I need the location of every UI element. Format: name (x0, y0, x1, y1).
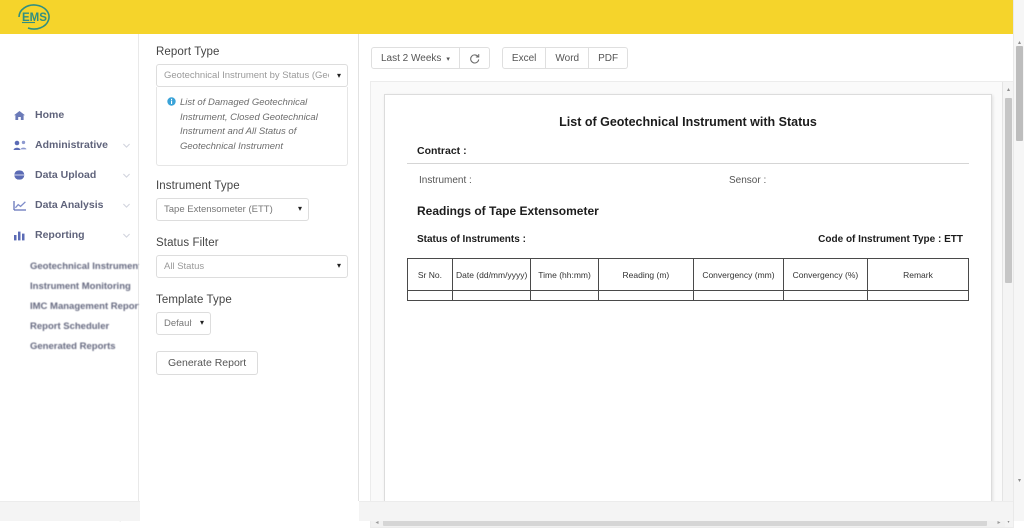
template-type-value: Default (164, 318, 192, 329)
filter-panel-footer (140, 501, 359, 521)
table-cell (408, 291, 453, 301)
report-sensor-label: Sensor : (729, 175, 766, 186)
report-vertical-scrollbar[interactable]: ▴ ▾ (1002, 82, 1013, 528)
table-header-cell: Time (hh:mm) (531, 259, 598, 291)
generate-report-button[interactable]: Generate Report (156, 351, 258, 375)
chevron-down-icon (122, 171, 131, 180)
report-type-hint: List of Damaged Geotechnical Instrument,… (156, 87, 348, 166)
report-type-hint-text: List of Damaged Geotechnical Instrument,… (180, 96, 337, 155)
date-range-group: Last 2 Weeks ▾ (371, 47, 490, 69)
sidebar-item-administrative[interactable]: Administrative (0, 130, 139, 160)
page-scroll-down-icon[interactable]: ▾ (1014, 474, 1024, 486)
date-range-dropdown[interactable]: Last 2 Weeks ▾ (371, 47, 460, 69)
instrument-type-value: Tape Extensometer (ETT) (164, 204, 290, 215)
table-cell (694, 291, 784, 301)
page-scroll-thumb[interactable] (1016, 46, 1023, 141)
chevron-down-icon: ▾ (200, 319, 204, 327)
users-icon (12, 138, 27, 152)
table-header-cell: Sr No. (408, 259, 453, 291)
report-readings-table: Sr No. Date (dd/mm/yyyy) Time (hh:mm) Re… (407, 258, 969, 301)
table-header-row: Sr No. Date (dd/mm/yyyy) Time (hh:mm) Re… (408, 259, 969, 291)
sidebar-subitem-generated-reports[interactable]: Generated Reports (0, 336, 139, 356)
report-title: List of Geotechnical Instrument with Sta… (407, 115, 969, 129)
app-logo[interactable]: EMS (12, 2, 58, 32)
sidebar-item-reporting[interactable]: Reporting (0, 220, 139, 250)
report-status-row: Status of Instruments : Code of Instrume… (407, 234, 969, 245)
export-group: Excel Word PDF (502, 47, 628, 69)
report-type-select[interactable]: Geotechnical Instrument by Status (Geote… (156, 64, 348, 87)
report-filter-panel: Report Type Geotechnical Instrument by S… (140, 34, 359, 501)
status-filter-value: All Status (164, 261, 329, 272)
sidebar-item-label: Administrative (35, 139, 122, 151)
line-chart-icon (12, 198, 27, 212)
table-header-cell: Convergency (%) (783, 259, 867, 291)
bar-chart-icon (12, 228, 27, 242)
info-icon (167, 97, 176, 156)
page-vertical-scrollbar[interactable]: ▴ ▾ (1013, 0, 1024, 521)
chevron-down-icon: ▾ (337, 262, 341, 270)
table-cell (452, 291, 531, 301)
instrument-type-select[interactable]: Tape Extensometer (ETT) ▾ (156, 198, 309, 221)
report-type-value: Geotechnical Instrument by Status (Geote… (164, 70, 329, 81)
chevron-down-icon (122, 141, 131, 150)
sidebar: Home Administrative (0, 34, 139, 501)
report-readings-heading: Readings of Tape Extensometer (407, 204, 969, 218)
sidebar-item-data-analysis[interactable]: Data Analysis (0, 190, 139, 220)
sidebar-item-label: Data Upload (35, 169, 122, 181)
sidebar-item-home[interactable]: Home (0, 100, 139, 130)
upload-globe-icon (12, 168, 27, 182)
sidebar-subitem-report-scheduler[interactable]: Report Scheduler (0, 316, 139, 336)
report-document: List of Geotechnical Instrument with Sta… (384, 94, 992, 518)
report-viewer-area: Last 2 Weeks ▾ Excel Word PDF List of Ge… (360, 34, 1024, 501)
table-cell (867, 291, 968, 301)
status-filter-label: Status Filter (156, 237, 348, 249)
status-filter-select[interactable]: All Status ▾ (156, 255, 348, 278)
sidebar-subitem-geotechnical-instrument[interactable]: Geotechnical Instrument (0, 256, 139, 276)
sidebar-item-data-upload[interactable]: Data Upload (0, 160, 139, 190)
table-header-cell: Convergency (mm) (694, 259, 784, 291)
report-code-label: Code of Instrument Type : ETT (818, 234, 963, 245)
sidebar-item-label: Reporting (35, 229, 122, 241)
chevron-down-icon: ▾ (446, 55, 450, 63)
sidebar-subitem-imc-management-report[interactable]: IMC Management Report (0, 296, 139, 316)
refresh-icon (469, 53, 480, 64)
table-header-cell: Date (dd/mm/yyyy) (452, 259, 531, 291)
export-pdf-button[interactable]: PDF (589, 47, 628, 69)
table-header-cell: Remark (867, 259, 968, 291)
sidebar-submenu-reporting: Geotechnical Instrument Instrument Monit… (0, 256, 139, 356)
sidebar-item-label: Home (35, 109, 131, 121)
sidebar-item-label: Data Analysis (35, 199, 122, 211)
table-cell (783, 291, 867, 301)
home-icon (12, 108, 27, 122)
report-contract-label: Contract : (407, 145, 969, 164)
table-cell (598, 291, 693, 301)
instrument-type-label: Instrument Type (156, 180, 348, 192)
table-cell (531, 291, 598, 301)
sidebar-subitem-instrument-monitoring[interactable]: Instrument Monitoring (0, 276, 139, 296)
chevron-down-icon (122, 231, 131, 240)
export-word-button[interactable]: Word (546, 47, 589, 69)
report-type-label: Report Type (156, 46, 348, 58)
report-instrument-label: Instrument : (419, 175, 729, 186)
sidebar-nav: Home Administrative (0, 100, 139, 356)
chevron-down-icon (122, 201, 131, 210)
template-type-label: Template Type (156, 294, 348, 306)
report-preview-viewport: List of Geotechnical Instrument with Sta… (370, 81, 1014, 528)
report-instrument-sensor-row: Instrument : Sensor : (407, 175, 969, 186)
table-row (408, 291, 969, 301)
top-bar: EMS (0, 0, 1024, 34)
template-type-select[interactable]: Default ▾ (156, 312, 211, 335)
chevron-down-icon: ▾ (298, 205, 302, 213)
table-header-cell: Reading (m) (598, 259, 693, 291)
report-status-label: Status of Instruments : (417, 234, 526, 245)
report-toolbar: Last 2 Weeks ▾ Excel Word PDF (371, 47, 628, 69)
vertical-scroll-thumb[interactable] (1005, 98, 1012, 283)
chevron-down-icon: ▾ (337, 72, 341, 80)
date-range-label: Last 2 Weeks (381, 53, 441, 64)
refresh-button[interactable] (460, 47, 490, 69)
ems-logo-icon: EMS (13, 3, 57, 31)
export-excel-button[interactable]: Excel (502, 47, 546, 69)
